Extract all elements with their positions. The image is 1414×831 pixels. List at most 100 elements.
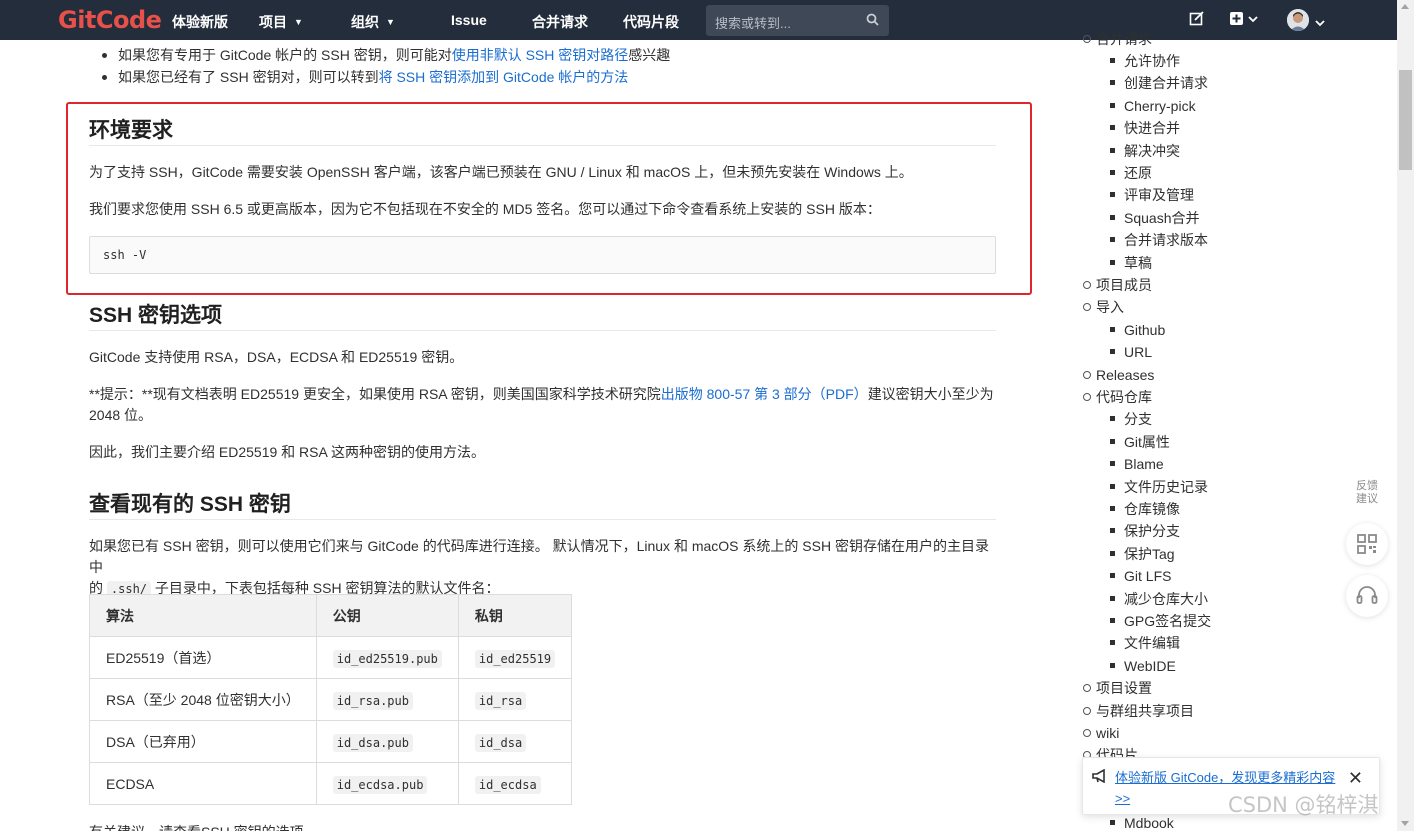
- toc-subitem[interactable]: GPG签名提交: [1109, 612, 1211, 630]
- toc-subitem[interactable]: 创建合并请求: [1110, 74, 1208, 92]
- page-scrollbar[interactable]: [1397, 0, 1414, 831]
- toc-item[interactable]: 项目设置: [1083, 679, 1152, 697]
- toc-subitem[interactable]: Blame: [1110, 455, 1164, 473]
- env-paragraph-1: 为了支持 SSH，GitCode 需要安装 OpenSSH 客户端，该客户端已预…: [89, 164, 913, 180]
- toc-subitem[interactable]: Squash合并: [1109, 209, 1199, 227]
- table-cell: id_dsa.pub: [315, 720, 459, 763]
- toc-subitem[interactable]: 快进合并: [1110, 119, 1180, 137]
- toc-item[interactable]: 代码仓库: [1083, 388, 1152, 406]
- list-item: 如果您已经有了 SSH 密钥对，则可以转到将 SSH 密钥添加到 GitCode…: [100, 66, 670, 88]
- top-navbar: GitCode 体验新版 项目 ▼ 组织 ▼ Issue 合并请求 代码片段 搜索或…: [0, 0, 1397, 40]
- toc-item[interactable]: 与群组共享项目: [1083, 702, 1194, 720]
- toc-subitem[interactable]: 还原: [1110, 164, 1152, 182]
- divider: [89, 519, 996, 520]
- table-cell: RSA（至少 2048 位密钥大小）: [89, 678, 317, 721]
- toc-subitem[interactable]: 减少仓库大小: [1110, 590, 1208, 608]
- trailing-text: 有关建议，请查看SSH 密钥的选项。: [89, 822, 999, 831]
- toc-item[interactable]: 导入: [1083, 298, 1124, 316]
- table-cell: ED25519（首选）: [89, 636, 317, 679]
- toc-subitem[interactable]: 解决冲突: [1110, 142, 1180, 160]
- gitcode-logo[interactable]: GitCode: [58, 6, 162, 34]
- table-header-row: 算法 公钥 私钥: [89, 594, 573, 637]
- toc-subitem[interactable]: 草稿: [1110, 254, 1152, 272]
- table-cell: id_rsa.pub: [315, 678, 459, 721]
- nist-publication-link[interactable]: 出版物 800-57 第 3 部分（PDF）: [661, 386, 868, 402]
- watermark: CSDN @铭梓淇: [1228, 793, 1379, 817]
- chevron-down-icon: ▼: [294, 17, 303, 27]
- toc-item[interactable]: wiki: [1082, 724, 1119, 742]
- key-filenames-table: 算法 公钥 私钥 ED25519（首选） id_ed25519.pub id_e…: [89, 594, 573, 805]
- plus-icon[interactable]: [1229, 11, 1259, 30]
- divider: [89, 330, 996, 331]
- nav-merge-requests[interactable]: 合并请求: [532, 12, 588, 32]
- toc-subitem[interactable]: WebIDE: [1110, 657, 1176, 675]
- scrollbar-thumb[interactable]: [1399, 70, 1412, 170]
- nav-try-new[interactable]: 体验新版: [172, 12, 228, 32]
- toc-subitem[interactable]: Mdbook: [1110, 814, 1174, 831]
- toc-subitem[interactable]: 保护Tag: [1110, 545, 1175, 563]
- options-tip: **提示：**现有文档表明 ED25519 更安全，如果使用 RSA 密钥，则美…: [89, 386, 994, 423]
- scroll-down-icon[interactable]: [1401, 821, 1409, 826]
- edit-todo-icon[interactable]: [1189, 11, 1205, 30]
- section-title-options: SSH 密钥选项: [89, 304, 223, 327]
- table-row: ECDSA id_ecdsa.pub id_ecdsa: [89, 762, 573, 805]
- section-title-env: 环境要求: [89, 119, 173, 142]
- divider: [89, 145, 996, 146]
- toc-subitem[interactable]: 允许协作: [1110, 52, 1180, 70]
- avatar[interactable]: [1287, 9, 1309, 31]
- headset-support-icon[interactable]: [1346, 575, 1388, 617]
- nav-groups[interactable]: 组织 ▼: [351, 12, 395, 32]
- nav-projects[interactable]: 项目 ▼: [259, 12, 303, 32]
- table-header: 私钥: [457, 594, 573, 637]
- toc-subitem[interactable]: URL: [1109, 343, 1152, 361]
- chevron-down-icon: ▼: [386, 17, 395, 27]
- toc-subitem[interactable]: Git LFS: [1109, 567, 1171, 585]
- megaphone-icon: [1092, 768, 1108, 786]
- table-cell: ECDSA: [89, 762, 317, 805]
- close-icon[interactable]: ✕: [1348, 768, 1363, 789]
- toc-subitem[interactable]: 合并请求版本: [1110, 231, 1208, 249]
- nav-issue[interactable]: Issue: [451, 12, 487, 28]
- code-text: ssh -V: [103, 248, 147, 262]
- table-header: 算法: [89, 594, 317, 637]
- table-cell: id_ecdsa: [457, 762, 573, 805]
- toc-subitem[interactable]: 保护分支: [1110, 522, 1180, 540]
- options-paragraph-1: GitCode 支持使用 RSA，DSA，ECDSA 和 ED25519 密钥。: [89, 349, 464, 365]
- toc-item[interactable]: 合并请求: [1083, 30, 1152, 48]
- table-cell: DSA（已弃用）: [89, 720, 317, 763]
- add-ssh-key-link[interactable]: 将 SSH 密钥添加到 GitCode 帐户的方法: [379, 69, 629, 85]
- search-input[interactable]: 搜索或转到...: [706, 5, 889, 36]
- toc-subitem[interactable]: 评审及管理: [1110, 186, 1194, 204]
- scroll-up-icon[interactable]: [1401, 4, 1409, 9]
- toc-item[interactable]: 项目成员: [1083, 276, 1152, 294]
- existing-paragraph: 如果您已有 SSH 密钥，则可以使用它们来与 GitCode 的代码库进行连接。…: [89, 538, 989, 597]
- feedback-button[interactable]: 反馈建议: [1346, 472, 1388, 514]
- table-cell: id_rsa: [457, 678, 573, 721]
- table-row: ED25519（首选） id_ed25519.pub id_ed25519: [89, 636, 573, 679]
- toc-subitem[interactable]: Cherry-pick: [1110, 97, 1196, 115]
- intro-bullet-list: 如果您有专用于 GitCode 帐户的 SSH 密钥，则可能对使用非默认 SSH…: [100, 44, 670, 88]
- toc-subitem[interactable]: Github: [1109, 321, 1165, 339]
- list-item: 如果您有专用于 GitCode 帐户的 SSH 密钥，则可能对使用非默认 SSH…: [100, 44, 670, 66]
- env-paragraph-2: 我们要求您使用 SSH 6.5 或更高版本，因为它不包括现在不安全的 MD5 签…: [89, 201, 881, 217]
- nav-snippets[interactable]: 代码片段: [623, 12, 679, 32]
- toc-item[interactable]: Releases: [1082, 366, 1154, 384]
- chevron-down-icon[interactable]: [1315, 14, 1325, 30]
- table-cell: id_ed25519: [457, 636, 573, 679]
- table-cell: id_ecdsa.pub: [315, 762, 459, 805]
- code-block[interactable]: ssh -V: [89, 236, 996, 274]
- table-cell: id_dsa: [457, 720, 573, 763]
- toc-subitem[interactable]: 文件编辑: [1110, 634, 1180, 652]
- table-header: 公钥: [315, 594, 459, 637]
- toc-subitem[interactable]: 分支: [1110, 410, 1152, 428]
- search-placeholder: 搜索或转到...: [715, 16, 791, 31]
- toc-subitem[interactable]: Git属性: [1110, 433, 1170, 451]
- options-paragraph-3: 因此，我们主要介绍 ED25519 和 RSA 这两种密钥的使用方法。: [89, 444, 485, 460]
- section-title-existing: 查看现有的 SSH 密钥: [89, 493, 291, 516]
- table-cell: id_ed25519.pub: [315, 636, 459, 679]
- qrcode-icon[interactable]: [1346, 523, 1388, 565]
- search-icon: [866, 13, 879, 29]
- non-default-key-path-link[interactable]: 使用非默认 SSH 密钥对路径: [452, 47, 629, 63]
- toc-subitem[interactable]: 文件历史记录: [1110, 478, 1208, 496]
- toc-subitem[interactable]: 仓库镜像: [1110, 500, 1180, 518]
